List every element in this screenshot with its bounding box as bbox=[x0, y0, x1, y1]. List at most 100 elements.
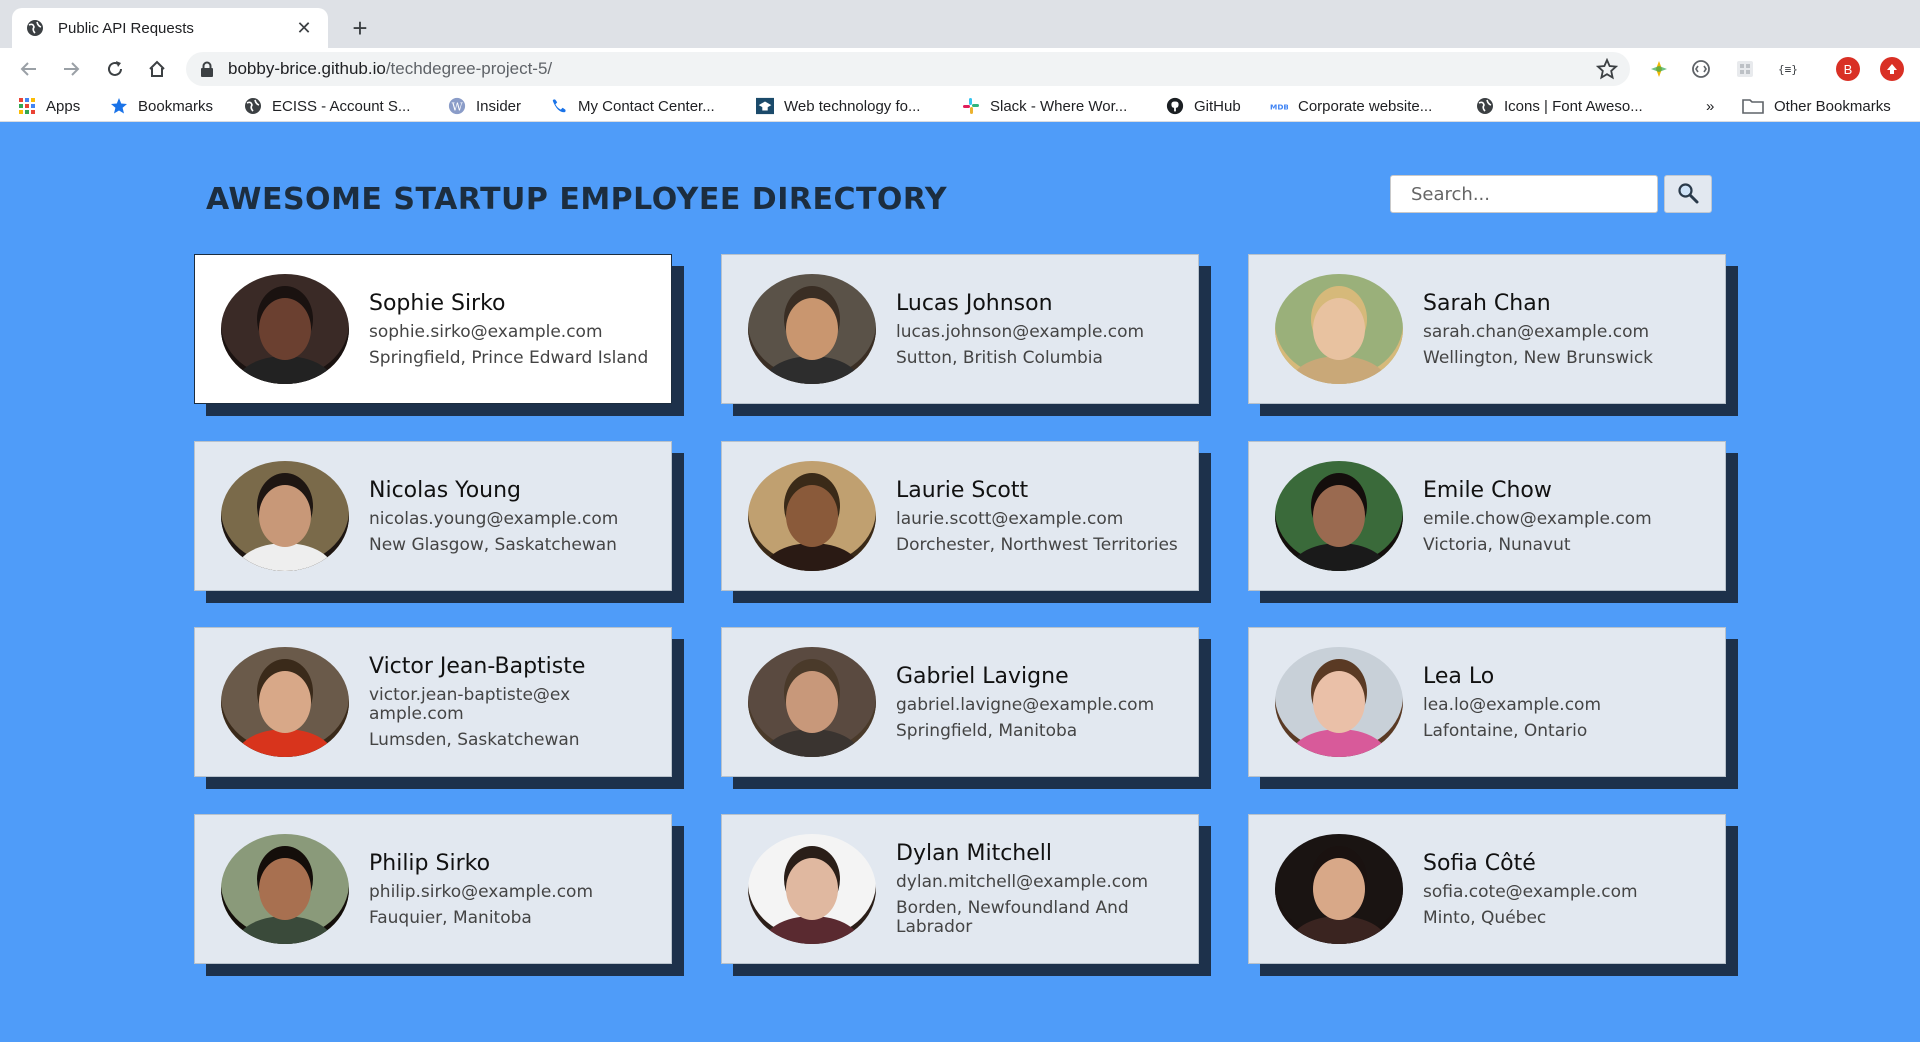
employee-name: Victor Jean-Baptiste bbox=[369, 654, 586, 679]
browser-toolbar: bobby-brice.github.io/techdegree-project… bbox=[0, 48, 1920, 90]
employee-name: Dylan Mitchell bbox=[896, 841, 1053, 866]
employee-card[interactable]: Dylan Mitchell dylan.mitchell@example.co… bbox=[721, 814, 1199, 964]
home-icon[interactable] bbox=[144, 56, 170, 82]
employee-card[interactable]: Lucas Johnson lucas.johnson@example.com … bbox=[721, 254, 1199, 404]
employee-info: Emile Chow emile.chow@example.com Victor… bbox=[1423, 478, 1723, 555]
employee-name: Sofia Côté bbox=[1423, 850, 1536, 876]
employee-email: victor.jean-baptiste@example.com bbox=[369, 685, 571, 724]
search-button[interactable] bbox=[1664, 175, 1712, 213]
employee-name: Lucas Johnson bbox=[896, 290, 1053, 316]
employee-photo bbox=[1275, 461, 1403, 571]
employee-email: emile.chow@example.com bbox=[1423, 508, 1652, 529]
new-tab-button[interactable]: + bbox=[346, 13, 374, 43]
employee-photo bbox=[1275, 834, 1403, 944]
employee-email: dylan.mitchell@example.com bbox=[896, 872, 1149, 892]
bookmark-label: Web technology fo... bbox=[784, 97, 921, 115]
browser-tab-strip: Public API Requests ✕ + bbox=[0, 0, 1920, 48]
bookmark-bookmarks[interactable]: Bookmarks bbox=[110, 96, 213, 116]
employee-name: Laurie Scott bbox=[896, 477, 1029, 503]
bookmark-label: ECISS - Account S... bbox=[272, 97, 411, 115]
bookmark-eciss[interactable]: ECISS - Account S... bbox=[244, 96, 410, 116]
bookmark-apps[interactable]: Apps bbox=[18, 96, 80, 116]
employee-name: Emile Chow bbox=[1423, 477, 1552, 503]
extension-circle-icon[interactable] bbox=[1690, 58, 1712, 80]
employee-card[interactable]: Sophie Sirko sophie.sirko@example.com Sp… bbox=[194, 254, 672, 404]
employee-email: sarah.chan@example.com bbox=[1423, 321, 1650, 342]
star-icon bbox=[110, 97, 128, 115]
bookmark-contact-center[interactable]: My Contact Center... bbox=[550, 96, 715, 116]
employee-card[interactable]: Sofia Côté sofia.cote@example.com Minto,… bbox=[1248, 814, 1726, 964]
employee-photo bbox=[1275, 647, 1403, 757]
bookmark-github[interactable]: GitHub bbox=[1166, 96, 1241, 116]
employee-photo bbox=[221, 834, 349, 944]
url-host: bobby-brice.github.io bbox=[228, 59, 386, 78]
bookmark-label: Slack - Where Wor... bbox=[990, 97, 1128, 115]
update-arrow-icon[interactable] bbox=[1880, 57, 1904, 81]
employee-info: Sarah Chan sarah.chan@example.com Wellin… bbox=[1423, 291, 1723, 368]
employee-card[interactable]: Laurie Scott laurie.scott@example.com Do… bbox=[721, 441, 1199, 591]
search-input[interactable] bbox=[1390, 175, 1658, 213]
bookmark-insider[interactable]: W Insider bbox=[448, 96, 521, 116]
chevron-double-right-icon: » bbox=[1706, 97, 1715, 115]
employee-email: laurie.scott@example.com bbox=[896, 508, 1124, 529]
back-arrow-icon[interactable] bbox=[16, 56, 42, 82]
employee-info: Dylan Mitchell dylan.mitchell@example.co… bbox=[896, 841, 1196, 937]
employee-photo bbox=[1275, 274, 1403, 384]
bookmarks-bar: Apps Bookmarks ECISS - Account S... W In… bbox=[0, 90, 1920, 122]
employee-card[interactable]: Emile Chow emile.chow@example.com Victor… bbox=[1248, 441, 1726, 591]
slack-icon bbox=[962, 97, 980, 115]
employee-info: Victor Jean-Baptiste victor.jean-baptist… bbox=[369, 654, 669, 750]
employee-location: Lumsden, Saskatchewan bbox=[369, 730, 580, 750]
employee-location: Borden, Newfoundland And Labrador bbox=[896, 898, 1129, 937]
bookmark-font-awesome[interactable]: Icons | Font Aweso... bbox=[1476, 96, 1643, 116]
address-bar[interactable]: bobby-brice.github.io/techdegree-project… bbox=[186, 52, 1630, 86]
globe-icon bbox=[1476, 97, 1494, 115]
employee-name: Nicolas Young bbox=[369, 477, 522, 503]
extension-grid-icon[interactable] bbox=[1734, 58, 1756, 80]
employee-info: Lea Lo lea.lo@example.com Lafontaine, On… bbox=[1423, 664, 1723, 741]
bookmark-label: Bookmarks bbox=[138, 97, 214, 115]
bookmark-other-bookmarks[interactable]: Other Bookmarks bbox=[1742, 96, 1891, 116]
employee-photo bbox=[748, 461, 876, 571]
employee-email: nicolas.young@example.com bbox=[369, 508, 619, 529]
employee-info: Lucas Johnson lucas.johnson@example.com … bbox=[896, 291, 1196, 368]
employee-name: Lea Lo bbox=[1423, 663, 1495, 689]
employee-location: Minto, Québec bbox=[1423, 907, 1547, 928]
search-icon bbox=[1677, 182, 1699, 207]
employee-card[interactable]: Gabriel Lavigne gabriel.lavigne@example.… bbox=[721, 627, 1199, 777]
employee-photo bbox=[748, 274, 876, 384]
bookmark-label: Apps bbox=[46, 97, 81, 115]
profile-avatar[interactable]: B bbox=[1836, 57, 1860, 81]
bookmarks-overflow-button[interactable]: » bbox=[1706, 96, 1714, 116]
forward-arrow-icon[interactable] bbox=[58, 56, 84, 82]
extension-json-icon[interactable]: {≡} bbox=[1776, 58, 1802, 80]
extension-diamond-icon[interactable] bbox=[1648, 58, 1670, 80]
svg-text:MDB: MDB bbox=[1270, 102, 1288, 111]
employee-info: Philip Sirko philip.sirko@example.com Fa… bbox=[369, 851, 669, 928]
bookmark-label: My Contact Center... bbox=[578, 97, 715, 115]
tab-title: Public API Requests bbox=[58, 19, 194, 37]
employee-photo bbox=[748, 834, 876, 944]
phone-icon bbox=[550, 97, 568, 115]
bookmark-label: Corporate website... bbox=[1298, 97, 1433, 115]
apps-grid-icon bbox=[18, 97, 36, 115]
employee-location: Springfield, Manitoba bbox=[896, 720, 1078, 741]
bookmark-slack[interactable]: Slack - Where Wor... bbox=[962, 96, 1127, 116]
bookmark-web-technology[interactable]: Web technology fo... bbox=[756, 96, 920, 116]
bookmark-star-icon[interactable] bbox=[1595, 57, 1619, 80]
reload-icon[interactable] bbox=[102, 56, 128, 82]
employee-card[interactable]: Nicolas Young nicolas.young@example.com … bbox=[194, 441, 672, 591]
employee-card[interactable]: Sarah Chan sarah.chan@example.com Wellin… bbox=[1248, 254, 1726, 404]
employee-card[interactable]: Victor Jean-Baptiste victor.jean-baptist… bbox=[194, 627, 672, 777]
browser-tab[interactable]: Public API Requests ✕ bbox=[12, 8, 328, 48]
employee-card[interactable]: Philip Sirko philip.sirko@example.com Fa… bbox=[194, 814, 672, 964]
bookmark-corporate-website[interactable]: MDB Corporate website... bbox=[1270, 96, 1432, 116]
employee-email: philip.sirko@example.com bbox=[369, 881, 594, 902]
employee-location: Lafontaine, Ontario bbox=[1423, 720, 1588, 741]
employee-photo bbox=[221, 461, 349, 571]
close-icon[interactable]: ✕ bbox=[294, 18, 314, 39]
github-icon bbox=[1166, 97, 1184, 115]
employee-card[interactable]: Lea Lo lea.lo@example.com Lafontaine, On… bbox=[1248, 627, 1726, 777]
employee-email: sofia.cote@example.com bbox=[1423, 881, 1638, 902]
employee-name: Sarah Chan bbox=[1423, 290, 1551, 316]
